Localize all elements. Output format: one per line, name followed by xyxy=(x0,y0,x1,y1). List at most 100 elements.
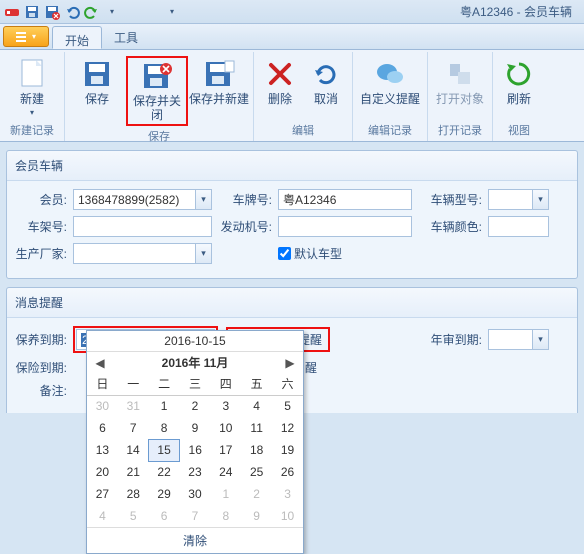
qat-save-close-icon[interactable] xyxy=(44,4,60,20)
open-object-button[interactable]: 打开对象 xyxy=(431,56,489,108)
calendar-day[interactable]: 4 xyxy=(87,505,118,527)
calendar-day[interactable]: 31 xyxy=(118,395,149,417)
calendar-day[interactable]: 8 xyxy=(149,417,180,439)
save-close-button[interactable]: 保存并关闭 xyxy=(126,56,188,126)
calendar-day[interactable]: 22 xyxy=(149,461,180,483)
calendar-day[interactable]: 21 xyxy=(118,461,149,483)
member-input[interactable] xyxy=(73,189,195,210)
calendar-dow: 二 xyxy=(149,373,180,395)
qat-more-icon[interactable]: ▾ xyxy=(164,4,180,20)
calendar-day[interactable]: 6 xyxy=(87,417,118,439)
new-icon xyxy=(16,58,48,90)
calendar-clear[interactable]: 清除 xyxy=(87,527,303,553)
delete-button[interactable]: 删除 xyxy=(257,56,303,108)
window-title: 粤A12346 - 会员车辆 xyxy=(460,3,580,20)
calendar-day[interactable]: 19 xyxy=(272,439,303,461)
calendar-dow: 六 xyxy=(272,373,303,395)
dropdown-icon[interactable]: ▾ xyxy=(195,243,212,264)
new-button[interactable]: 新建 ▾ xyxy=(3,56,61,119)
calendar-dow: 四 xyxy=(210,373,241,395)
calendar-day[interactable]: 12 xyxy=(272,417,303,439)
calendar-day[interactable]: 25 xyxy=(241,461,272,483)
calendar-day[interactable]: 13 xyxy=(87,439,118,461)
calendar-day[interactable]: 10 xyxy=(272,505,303,527)
calendar-day[interactable]: 15 xyxy=(149,439,180,461)
maker-input[interactable] xyxy=(73,243,195,264)
calendar-day[interactable]: 2 xyxy=(180,395,211,417)
ribbon: 新建 ▾ 新建记录 保存 保存并关闭 保存并新建 保存 xyxy=(0,50,584,142)
calendar-day[interactable]: 20 xyxy=(87,461,118,483)
calendar-next-icon[interactable]: ▶ xyxy=(283,356,297,370)
calendar-day[interactable]: 28 xyxy=(118,483,149,505)
calendar-day[interactable]: 3 xyxy=(272,483,303,505)
calendar-day[interactable]: 17 xyxy=(210,439,241,461)
save-new-button[interactable]: 保存并新建 xyxy=(188,56,250,108)
calendar-day[interactable]: 9 xyxy=(241,505,272,527)
app-menu-button[interactable]: ▾ xyxy=(3,26,49,47)
calendar-day[interactable]: 23 xyxy=(180,461,211,483)
calendar-day[interactable]: 5 xyxy=(272,395,303,417)
calendar-day[interactable]: 24 xyxy=(210,461,241,483)
ribbon-group-edit: 删除 取消 编辑 xyxy=(254,52,353,141)
model-combo[interactable]: ▾ xyxy=(488,189,549,210)
dropdown-icon[interactable]: ▾ xyxy=(532,329,549,350)
chat-icon xyxy=(374,58,406,90)
member-label: 会员: xyxy=(13,191,69,208)
qat-redo-icon[interactable] xyxy=(84,4,100,20)
save-icon xyxy=(81,58,113,90)
calendar-day[interactable]: 29 xyxy=(149,483,180,505)
qat-dropdown-icon[interactable]: ▾ xyxy=(104,4,120,20)
calendar-day[interactable]: 27 xyxy=(87,483,118,505)
title-bar: ▾ ▾ 粤A12346 - 会员车辆 xyxy=(0,0,584,24)
calendar-day[interactable]: 3 xyxy=(210,395,241,417)
plate-input[interactable] xyxy=(278,189,412,210)
custom-remind-button[interactable]: 自定义提醒 xyxy=(356,56,424,108)
ribbon-group-save: 保存 保存并关闭 保存并新建 保存 xyxy=(65,52,254,141)
calendar-day[interactable]: 30 xyxy=(87,395,118,417)
maker-combo[interactable]: ▾ xyxy=(73,243,212,264)
qat-save-icon[interactable] xyxy=(24,4,40,20)
calendar-month[interactable]: 2016年 11月 xyxy=(107,354,283,371)
annual-date-input[interactable] xyxy=(488,329,532,350)
calendar-day[interactable]: 5 xyxy=(118,505,149,527)
default-model-checkbox[interactable]: 默认车型 xyxy=(278,245,342,262)
calendar-day[interactable]: 16 xyxy=(180,439,211,461)
color-input[interactable] xyxy=(488,216,549,237)
calendar-day[interactable]: 2 xyxy=(241,483,272,505)
refresh-button[interactable]: 刷新 xyxy=(496,56,542,108)
engine-input[interactable] xyxy=(278,216,412,237)
calendar-day[interactable]: 7 xyxy=(118,417,149,439)
calendar-day[interactable]: 14 xyxy=(118,439,149,461)
qat-undo-icon[interactable] xyxy=(64,4,80,20)
calendar-day[interactable]: 9 xyxy=(180,417,211,439)
calendar-day[interactable]: 11 xyxy=(241,417,272,439)
dropdown-icon[interactable]: ▾ xyxy=(532,189,549,210)
save-button[interactable]: 保存 xyxy=(68,56,126,108)
tab-start[interactable]: 开始 xyxy=(52,26,102,49)
calendar-day[interactable]: 26 xyxy=(272,461,303,483)
calendar-day[interactable]: 4 xyxy=(241,395,272,417)
ribbon-group-new: 新建 ▾ 新建记录 xyxy=(0,52,65,141)
calendar-day[interactable]: 1 xyxy=(210,483,241,505)
calendar-day[interactable]: 10 xyxy=(210,417,241,439)
panel-vehicle: 会员车辆 会员: ▾ 车牌号: 车辆型号: ▾ 车架号: 发动机号: 车辆颜色:… xyxy=(6,150,578,279)
calendar-day[interactable]: 18 xyxy=(241,439,272,461)
cancel-icon xyxy=(310,58,342,90)
annual-label: 年审到期: xyxy=(334,331,484,348)
calendar-day[interactable]: 1 xyxy=(149,395,180,417)
member-combo[interactable]: ▾ xyxy=(73,189,212,210)
frame-input[interactable] xyxy=(73,216,212,237)
ribbon-group-view: 刷新 视图 xyxy=(493,52,545,141)
calendar-day[interactable]: 6 xyxy=(149,505,180,527)
annual-date-combo[interactable]: ▾ xyxy=(488,329,549,350)
calendar-day[interactable]: 30 xyxy=(180,483,211,505)
cancel-button[interactable]: 取消 xyxy=(303,56,349,108)
dropdown-icon[interactable]: ▾ xyxy=(195,189,212,210)
calendar-prev-icon[interactable]: ◀ xyxy=(93,356,107,370)
save-close-icon xyxy=(141,60,173,92)
calendar-day[interactable]: 7 xyxy=(180,505,211,527)
model-input[interactable] xyxy=(488,189,532,210)
calendar-day[interactable]: 8 xyxy=(210,505,241,527)
panel-vehicle-title: 会员车辆 xyxy=(7,151,577,181)
tab-tools[interactable]: 工具 xyxy=(102,24,150,49)
